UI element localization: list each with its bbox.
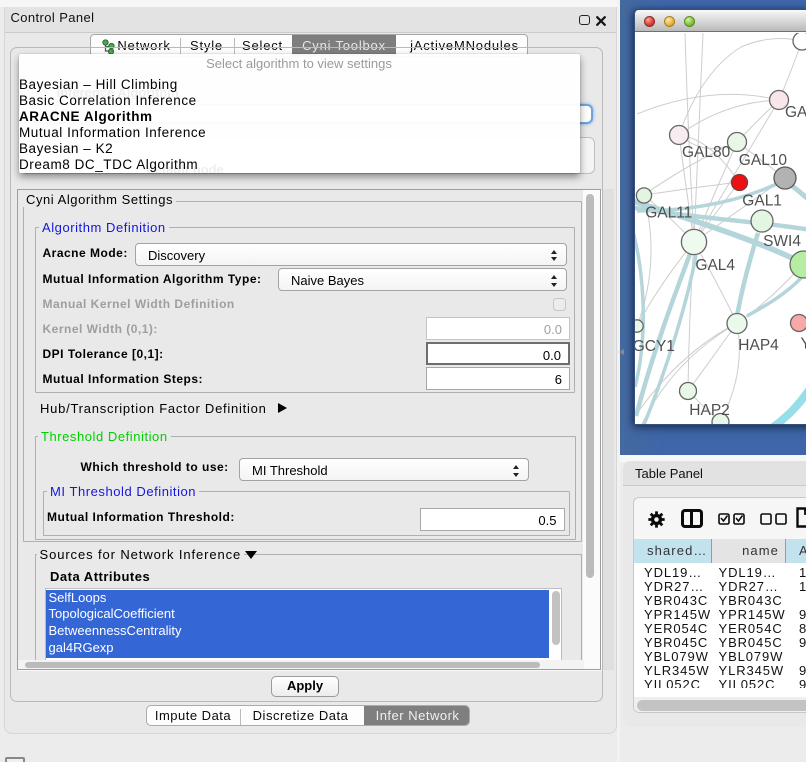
svg-text:GCY1: GCY1 <box>635 338 675 355</box>
svg-text:GAL4: GAL4 <box>695 257 735 274</box>
svg-text:HAP4: HAP4 <box>738 337 779 354</box>
svg-text:GAL10: GAL10 <box>739 152 788 169</box>
svg-text:SWI4: SWI4 <box>763 233 801 250</box>
svg-text:GAL80: GAL80 <box>682 144 731 161</box>
svg-text:GAL11: GAL11 <box>645 205 692 222</box>
svg-text:GAL7: GAL7 <box>785 104 806 121</box>
svg-text:HAP2: HAP2 <box>689 402 730 419</box>
svg-text:GAL1: GAL1 <box>742 193 782 210</box>
svg-text:Y: Y <box>801 336 806 353</box>
